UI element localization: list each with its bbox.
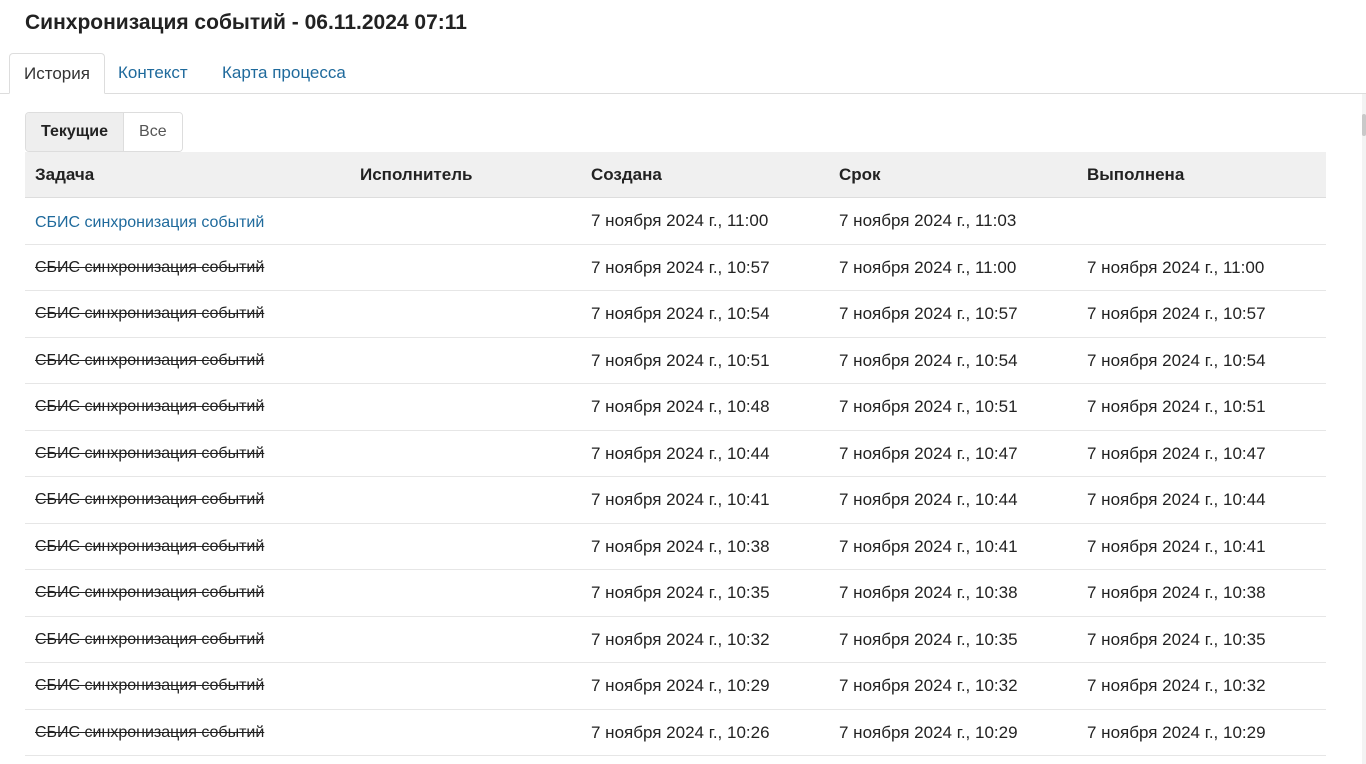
tab-history[interactable]: История <box>9 53 105 94</box>
created-cell: 7 ноября 2024 г., 10:29 <box>591 676 770 695</box>
created-cell: 7 ноября 2024 г., 10:54 <box>591 304 770 323</box>
completed-cell: 7 ноября 2024 г., 10:41 <box>1087 536 1266 556</box>
deadline-cell: 7 ноября 2024 г., 10:47 <box>839 443 1018 463</box>
page-title: Синхронизация событий - 06.11.2024 07:11 <box>25 11 467 34</box>
tab-context[interactable]: Контекст <box>118 53 188 94</box>
deadline-cell: 7 ноября 2024 г., 10:35 <box>839 629 1018 649</box>
created-cell: 7 ноября 2024 г., 10:38 <box>591 536 770 556</box>
table-row[interactable]: СБИС синхронизация событий 7 ноября 2024… <box>25 524 1326 570</box>
created-cell: 7 ноября 2024 г., 10:41 <box>591 490 770 509</box>
column-header-completed[interactable]: Выполнена <box>1087 152 1184 198</box>
scrollbar-thumb[interactable] <box>1362 114 1366 136</box>
tab-process-map[interactable]: Карта процесса <box>222 53 346 94</box>
column-header-created[interactable]: Создана <box>591 152 662 198</box>
table-row[interactable]: СБИС синхронизация событий 7 ноября 2024… <box>25 291 1326 338</box>
task-name-completed[interactable]: СБИС синхронизация событий <box>35 663 264 709</box>
deadline-cell: 7 ноября 2024 г., 10:54 <box>839 350 1018 370</box>
deadline-cell: 7 ноября 2024 г., 10:38 <box>839 583 1018 602</box>
task-name-completed[interactable]: СБИС синхронизация событий <box>35 431 264 477</box>
deadline-cell: 7 ноября 2024 г., 10:57 <box>839 304 1018 323</box>
completed-cell: 7 ноября 2024 г., 10:29 <box>1087 722 1266 742</box>
table-row[interactable]: СБИС синхронизация событий 7 ноября 2024… <box>25 477 1326 524</box>
deadline-cell: 7 ноября 2024 г., 11:03 <box>839 211 1017 230</box>
column-header-task[interactable]: Задача <box>35 152 94 198</box>
table-row[interactable]: СБИС синхронизация событий 7 ноября 2024… <box>25 710 1326 756</box>
task-name-completed[interactable]: СБИС синхронизация событий <box>35 338 264 384</box>
task-link[interactable]: СБИС синхронизация событий <box>35 198 264 244</box>
completed-cell: 7 ноября 2024 г., 10:38 <box>1087 583 1266 602</box>
process-instance-page: Синхронизация событий - 06.11.2024 07:11… <box>0 0 1366 764</box>
table-row[interactable]: СБИС синхронизация событий 7 ноября 2024… <box>25 570 1326 617</box>
task-name-completed[interactable]: СБИС синхронизация событий <box>35 617 264 663</box>
table-header: Задача Исполнитель Создана Срок Выполнен… <box>25 152 1326 198</box>
table-row[interactable]: СБИС синхронизация событий 7 ноября 2024… <box>25 384 1326 431</box>
deadline-cell: 7 ноября 2024 г., 10:32 <box>839 676 1018 695</box>
table-row[interactable]: СБИС синхронизация событий 7 ноября 2024… <box>25 338 1326 384</box>
table-row[interactable]: СБИС синхронизация событий 7 ноября 2024… <box>25 617 1326 663</box>
created-cell: 7 ноября 2024 г., 10:32 <box>591 629 770 649</box>
task-filter-toggle: Текущие Все <box>25 112 183 152</box>
table-row[interactable]: СБИС синхронизация событий 7 ноября 2024… <box>25 245 1326 291</box>
task-name-completed[interactable]: СБИС синхронизация событий <box>35 291 264 337</box>
history-panel: Текущие Все Задача Исполнитель Создана С… <box>0 94 1362 764</box>
completed-cell: 7 ноября 2024 г., 10:32 <box>1087 676 1266 695</box>
task-name-completed[interactable]: СБИС синхронизация событий <box>35 245 264 291</box>
column-header-deadline[interactable]: Срок <box>839 152 881 198</box>
deadline-cell: 7 ноября 2024 г., 11:00 <box>839 257 1017 277</box>
created-cell: 7 ноября 2024 г., 10:48 <box>591 397 770 416</box>
created-cell: 7 ноября 2024 г., 10:35 <box>591 583 770 602</box>
completed-cell: 7 ноября 2024 г., 10:51 <box>1087 397 1266 416</box>
deadline-cell: 7 ноября 2024 г., 10:51 <box>839 397 1018 416</box>
created-cell: 7 ноября 2024 г., 10:44 <box>591 443 770 463</box>
vertical-scrollbar[interactable] <box>1362 94 1366 764</box>
created-cell: 7 ноября 2024 г., 10:26 <box>591 722 770 742</box>
completed-cell: 7 ноября 2024 г., 10:35 <box>1087 629 1266 649</box>
created-cell: 7 ноября 2024 г., 11:00 <box>591 211 769 230</box>
tasks-table: Задача Исполнитель Создана Срок Выполнен… <box>25 152 1326 756</box>
deadline-cell: 7 ноября 2024 г., 10:44 <box>839 490 1018 509</box>
completed-cell: 7 ноября 2024 г., 11:00 <box>1087 257 1265 277</box>
table-row[interactable]: СБИС синхронизация событий 7 ноября 2024… <box>25 663 1326 710</box>
completed-cell: 7 ноября 2024 г., 10:57 <box>1087 304 1266 323</box>
tab-bar: История Контекст Карта процесса <box>0 53 1366 94</box>
column-header-assignee[interactable]: Исполнитель <box>360 152 472 198</box>
task-name-completed[interactable]: СБИС синхронизация событий <box>35 524 264 570</box>
deadline-cell: 7 ноября 2024 г., 10:29 <box>839 722 1018 742</box>
filter-current-button[interactable]: Текущие <box>26 113 125 151</box>
table-row[interactable]: СБИС синхронизация событий 7 ноября 2024… <box>25 198 1326 245</box>
completed-cell: 7 ноября 2024 г., 10:54 <box>1087 350 1266 370</box>
filter-all-button[interactable]: Все <box>124 113 182 151</box>
task-name-completed[interactable]: СБИС синхронизация событий <box>35 710 264 756</box>
table-row[interactable]: СБИС синхронизация событий 7 ноября 2024… <box>25 431 1326 477</box>
task-name-completed[interactable]: СБИС синхронизация событий <box>35 570 264 616</box>
completed-cell: 7 ноября 2024 г., 10:44 <box>1087 490 1266 509</box>
created-cell: 7 ноября 2024 г., 10:51 <box>591 350 770 370</box>
completed-cell: 7 ноября 2024 г., 10:47 <box>1087 443 1266 463</box>
task-name-completed[interactable]: СБИС синхронизация событий <box>35 384 264 430</box>
task-name-completed[interactable]: СБИС синхронизация событий <box>35 477 264 523</box>
deadline-cell: 7 ноября 2024 г., 10:41 <box>839 536 1018 556</box>
created-cell: 7 ноября 2024 г., 10:57 <box>591 257 770 277</box>
